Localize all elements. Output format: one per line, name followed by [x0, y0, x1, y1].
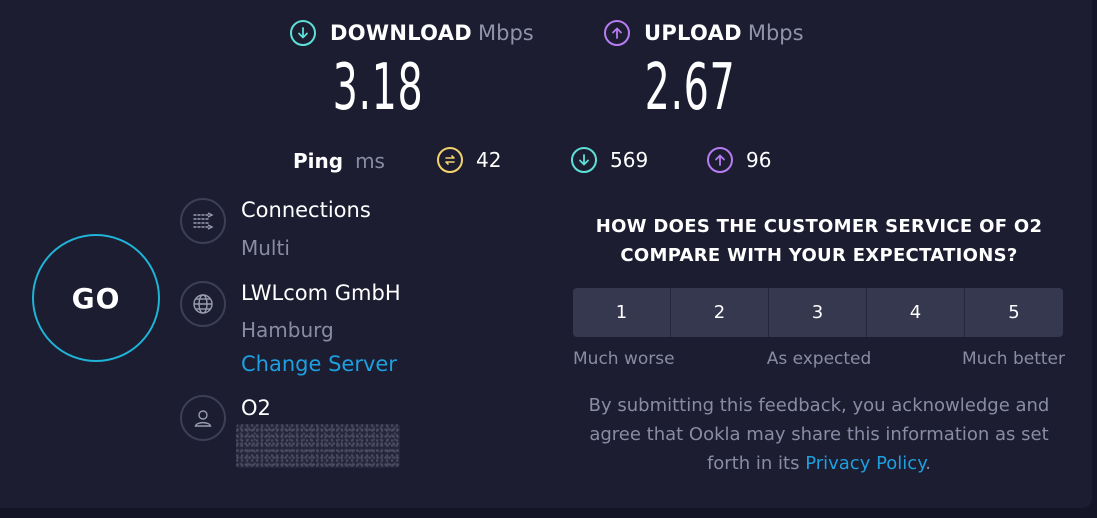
- server-name: LWLcom GmbH: [241, 281, 401, 305]
- change-server-link[interactable]: Change Server: [241, 352, 397, 376]
- download-unit: Mbps: [478, 21, 534, 45]
- rating-scale: 1 2 3 4 5: [573, 288, 1063, 337]
- disclaimer-line3-prefix: forth in its: [706, 453, 806, 474]
- rating-button-3[interactable]: 3: [769, 288, 867, 337]
- rating-button-4[interactable]: 4: [867, 288, 965, 337]
- survey-question: HOW DOES THE CUSTOMER SERVICE OF O2 COMP…: [573, 212, 1065, 270]
- disclaimer-line1: By submitting this feedback, you acknowl…: [588, 395, 1050, 416]
- ping-unit: ms: [355, 149, 385, 173]
- ping-upload-icon: [707, 147, 733, 173]
- download-arrow-icon: [290, 20, 316, 46]
- globe-icon: [180, 281, 226, 327]
- connections-value[interactable]: Multi: [241, 236, 290, 260]
- download-header: DOWNLOAD Mbps: [290, 20, 534, 46]
- rating-button-2[interactable]: 2: [671, 288, 769, 337]
- ping-download-value: 569: [610, 148, 649, 172]
- upload-label: UPLOAD: [644, 21, 742, 45]
- server-location: Hamburg: [241, 318, 334, 342]
- redacted-ip-blur: [236, 424, 400, 468]
- upload-unit: Mbps: [747, 21, 804, 45]
- upload-value-wrap: 2.67: [612, 56, 768, 120]
- disclaimer-suffix: .: [925, 453, 932, 474]
- ping-download: 569: [571, 147, 648, 173]
- ping-idle-icon: [437, 147, 463, 173]
- privacy-policy-link[interactable]: Privacy Policy: [805, 453, 925, 474]
- connections-title: Connections: [241, 198, 371, 222]
- provider-name: O2: [241, 396, 271, 420]
- ping-idle: 42: [437, 147, 501, 173]
- ping-upload: 96: [707, 147, 771, 173]
- ping-download-icon: [571, 147, 597, 173]
- speedtest-panel: DOWNLOAD Mbps 3.18 UPLOAD Mbps 2.67 Ping…: [0, 0, 1092, 508]
- upload-value: 2.67: [644, 51, 736, 125]
- download-value: 3.18: [332, 51, 424, 125]
- download-label: DOWNLOAD: [330, 21, 473, 45]
- disclaimer-line2: agree that Ookla may share this informat…: [589, 424, 1049, 445]
- rating-button-1[interactable]: 1: [573, 288, 671, 337]
- ping-row: Ping ms: [293, 148, 385, 174]
- ping-label: Ping: [293, 149, 344, 173]
- upload-arrow-icon: [604, 20, 630, 46]
- scale-label-high: Much better: [962, 349, 1065, 369]
- ping-idle-value: 42: [476, 148, 502, 172]
- survey-question-line2: COMPARE WITH YOUR EXPECTATIONS?: [620, 245, 1018, 266]
- scale-label-low: Much worse: [573, 349, 675, 369]
- survey-question-line1: HOW DOES THE CUSTOMER SERVICE OF O2: [595, 216, 1043, 237]
- disclaimer-line3: forth in its Privacy Policy.: [560, 449, 1078, 478]
- ping-upload-value: 96: [746, 148, 772, 172]
- connections-icon: [180, 198, 226, 244]
- feedback-disclaimer: By submitting this feedback, you acknowl…: [560, 391, 1078, 478]
- rating-button-5[interactable]: 5: [965, 288, 1063, 337]
- go-button[interactable]: GO: [32, 234, 160, 362]
- upload-header: UPLOAD Mbps: [604, 20, 804, 46]
- user-icon: [180, 395, 226, 441]
- download-value-wrap: 3.18: [300, 56, 456, 120]
